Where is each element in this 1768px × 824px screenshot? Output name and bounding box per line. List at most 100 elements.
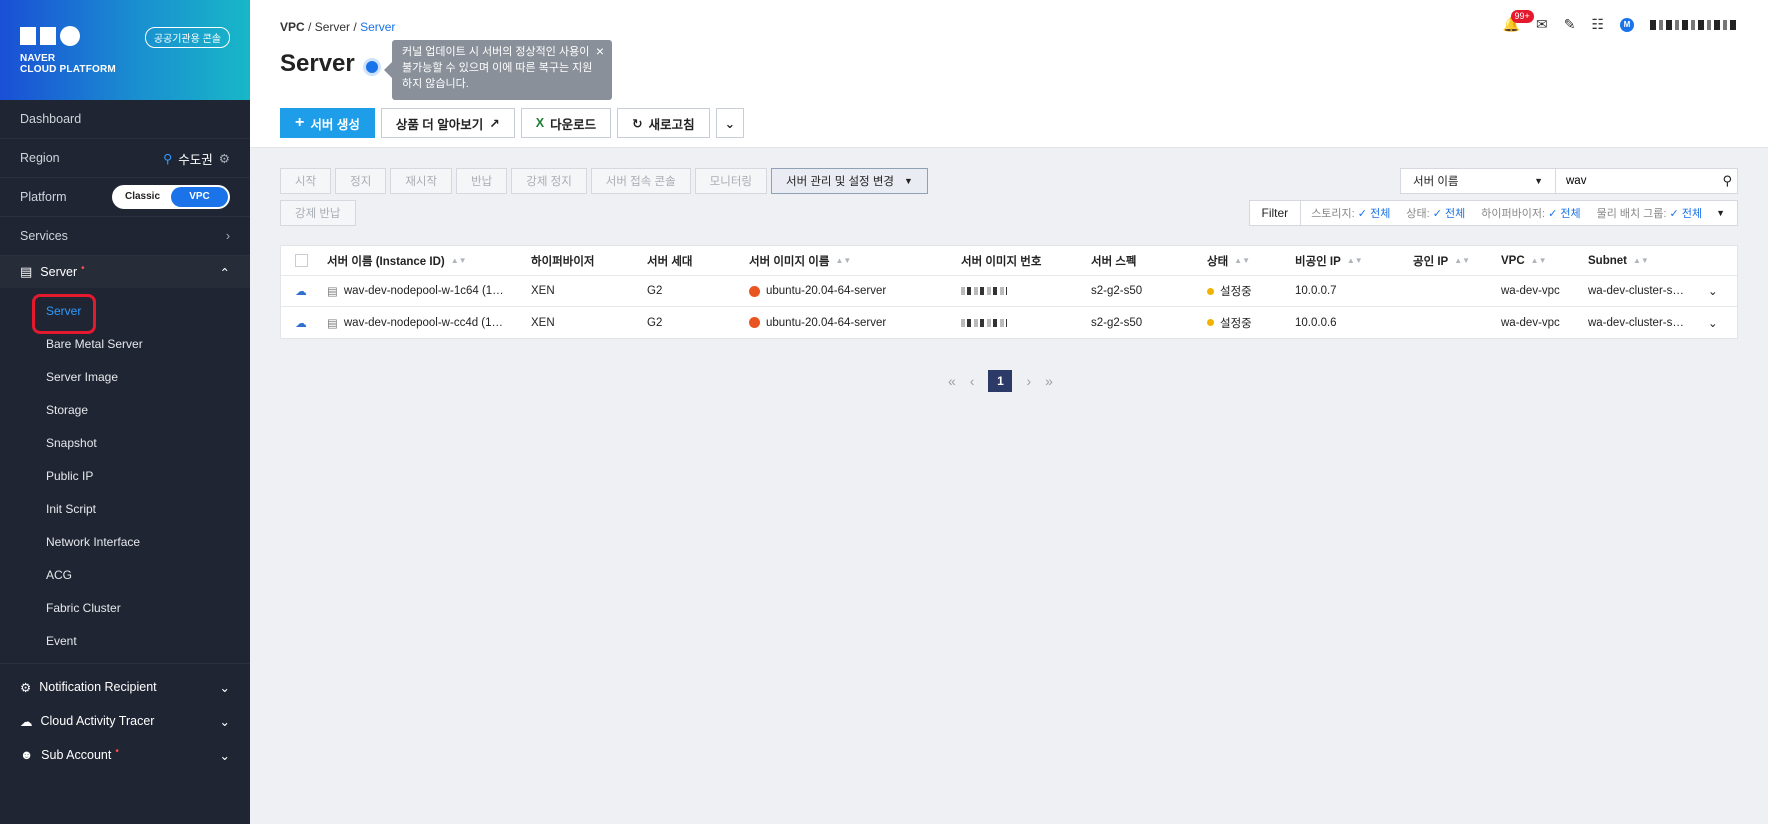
restart-button[interactable]: 재시작 <box>390 168 453 194</box>
sidebar-item-snapshot[interactable]: Snapshot <box>0 426 250 459</box>
force-stop-button[interactable]: 강제 정지 <box>511 168 587 194</box>
create-server-button[interactable]: + 서버 생성 <box>280 108 375 138</box>
filter-status[interactable]: 상태: ✓ 전체 <box>1396 205 1471 221</box>
generation-cell: G2 <box>647 316 663 329</box>
column-header-image-name[interactable]: 서버 이미지 이름 ▲▼ <box>743 253 955 269</box>
bell-icon[interactable]: 🔔 99+ <box>1503 10 1534 33</box>
download-button[interactable]: X 다운로드 <box>520 108 612 138</box>
breadcrumb-item-server[interactable]: Server <box>315 20 350 34</box>
sidebar-item-storage[interactable]: Storage <box>0 393 250 426</box>
sidebar-item-server-image[interactable]: Server Image <box>0 360 250 393</box>
filter-placement-group[interactable]: 물리 배치 그룹: ✓ 전체 <box>1587 205 1708 221</box>
book-icon[interactable]: ☷ <box>1591 16 1604 33</box>
header-icons: 🔔 99+ ✉ ✎ ☷ M <box>1503 10 1738 33</box>
search-input[interactable] <box>1556 168 1738 194</box>
learn-more-button[interactable]: 상품 더 알아보기 ↗ <box>380 108 515 138</box>
manage-settings-dropdown[interactable]: 서버 관리 및 설정 변경 ▼ <box>770 168 928 194</box>
tooltip-text: 커널 업데이트 시 서버의 정상적인 사용이 불가능할 수 있으며 이에 따른 … <box>402 46 593 90</box>
more-options-button[interactable]: ⌄ <box>715 108 745 138</box>
sidebar-item-acg[interactable]: ACG <box>0 558 250 591</box>
sidebar-group-notification-recipient[interactable]: ⚙ Notification Recipient ⌄ <box>0 670 250 704</box>
filter-storage[interactable]: 스토리지: ✓ 전체 <box>1301 205 1396 221</box>
sidebar-item-public-ip[interactable]: Public IP <box>0 459 250 492</box>
force-return-button[interactable]: 강제 반납 <box>280 200 356 226</box>
platform-option-vpc[interactable]: VPC <box>171 187 228 207</box>
spec-cell: s2-g2-s50 <box>1091 285 1143 297</box>
sidebar-item-fabric-cluster[interactable]: Fabric Cluster <box>0 591 250 624</box>
expand-row-icon[interactable]: ⌄ <box>1708 284 1718 298</box>
info-icon[interactable] <box>363 58 381 76</box>
cloud-icon: ☁ <box>295 317 307 330</box>
sidebar-item-services[interactable]: Services › <box>0 217 250 256</box>
column-header-subnet[interactable]: Subnet ▲▼ <box>1582 255 1702 267</box>
naver-cloud-logo-icon[interactable] <box>20 26 80 46</box>
public-console-button[interactable]: 공공기관용 콘솔 <box>144 27 230 48</box>
sidebar: NAVER CLOUD PLATFORM 공공기관용 콘솔 Dashboard … <box>0 0 250 824</box>
breadcrumb-item-vpc[interactable]: VPC <box>280 20 305 34</box>
server-name[interactable]: wav-dev-nodepool-w-cc4d (1… <box>344 317 503 329</box>
column-header-vpc[interactable]: VPC ▲▼ <box>1495 255 1582 267</box>
masked-username[interactable] <box>1650 19 1738 30</box>
main-toolbar: + 서버 생성 상품 더 알아보기 ↗ X 다운로드 ↻ 새로고침 ⌄ <box>280 108 745 138</box>
page-number-current[interactable]: 1 <box>988 370 1013 392</box>
sidebar-item-network-interface[interactable]: Network Interface <box>0 525 250 558</box>
prev-page-icon[interactable]: ‹ <box>970 373 975 389</box>
column-header-private-ip[interactable]: 비공인 IP ▲▼ <box>1289 253 1407 269</box>
table-row[interactable]: ☁ ▤ wav-dev-nodepool-w-1c64 (1… XEN G2 ub… <box>281 276 1737 307</box>
column-header-name[interactable]: 서버 이름 (Instance ID) ▲▼ <box>321 253 525 269</box>
stop-button[interactable]: 정지 <box>335 168 387 194</box>
table-row[interactable]: ☁ ▤ wav-dev-nodepool-w-cc4d (1… XEN G2 ub… <box>281 307 1737 338</box>
gear-icon[interactable]: ⚙ <box>219 151 230 166</box>
close-icon[interactable]: × <box>596 43 604 59</box>
breadcrumb: VPC / Server / Server <box>280 20 396 34</box>
column-header-status[interactable]: 상태 ▲▼ <box>1201 253 1289 269</box>
brand-header: NAVER CLOUD PLATFORM 공공기관용 콘솔 <box>0 0 250 100</box>
search-field-select[interactable]: 서버 이름 ▼ <box>1400 168 1556 194</box>
filter-bar[interactable]: Filter 스토리지: ✓ 전체 상태: ✓ 전체 하이퍼바이저: ✓ 전체 … <box>1248 200 1738 226</box>
chevron-down-icon: ⌄ <box>219 748 230 763</box>
platform-option-classic[interactable]: Classic <box>114 187 171 207</box>
start-button[interactable]: 시작 <box>280 168 332 194</box>
next-page-icon[interactable]: › <box>1026 373 1031 389</box>
column-header-public-ip[interactable]: 공인 IP ▲▼ <box>1407 253 1495 269</box>
breadcrumb-item-current: Server <box>360 20 396 34</box>
filter-hypervisor[interactable]: 하이퍼바이저: ✓ 전체 <box>1471 205 1586 221</box>
server-name[interactable]: wav-dev-nodepool-w-1c64 (1… <box>344 285 504 297</box>
server-submenu: Server Bare Metal Server Server Image St… <box>0 288 250 663</box>
return-button[interactable]: 반납 <box>456 168 508 194</box>
first-page-icon[interactable]: « <box>948 373 956 389</box>
caret-down-icon[interactable]: ▼ <box>1708 208 1737 218</box>
platform-toggle[interactable]: Classic VPC <box>112 185 230 209</box>
sidebar-item-dashboard[interactable]: Dashboard <box>0 100 250 139</box>
ubuntu-icon <box>749 317 760 328</box>
chat-icon[interactable]: ✉ <box>1536 16 1548 33</box>
search-icon[interactable]: ⚲ <box>1722 173 1732 189</box>
chevron-right-icon: › <box>225 229 230 243</box>
spec-cell: s2-g2-s50 <box>1091 316 1143 329</box>
filter-label[interactable]: Filter <box>1250 201 1302 225</box>
expand-row-icon[interactable]: ⌄ <box>1708 316 1718 330</box>
sidebar-group-server[interactable]: ▤ Server • ⌃ <box>0 256 250 288</box>
sidebar-item-init-script[interactable]: Init Script <box>0 492 250 525</box>
refresh-button[interactable]: ↻ 새로고침 <box>617 108 710 138</box>
private-ip-cell: 10.0.0.6 <box>1295 316 1337 329</box>
sidebar-item-server[interactable]: Server <box>0 293 250 334</box>
vpc-cell: wa-dev-vpc <box>1501 285 1560 297</box>
sidebar-group-sub-account[interactable]: ☻ Sub Account • ⌄ <box>0 738 250 772</box>
select-all-checkbox[interactable] <box>294 254 308 267</box>
column-header-hypervisor: 하이퍼바이저 <box>531 255 595 268</box>
edit-note-icon[interactable]: ✎ <box>1564 16 1576 33</box>
monitoring-button[interactable]: 모니터링 <box>694 168 767 194</box>
region-selector[interactable]: Region ⚲ 수도권 ⚙ <box>0 139 250 178</box>
avatar[interactable]: M <box>1620 17 1634 32</box>
server-console-button[interactable]: 서버 접속 콘솔 <box>590 168 691 194</box>
sidebar-group-cloud-activity-tracer[interactable]: ☁ Cloud Activity Tracer ⌄ <box>0 704 250 738</box>
notification-recipient-icon: ⚙ <box>20 680 32 695</box>
status-indicator <box>1207 319 1214 326</box>
server-action-bar-row2: 강제 반납 <box>280 200 356 226</box>
sidebar-item-event[interactable]: Event <box>0 624 250 657</box>
brand-logo-text: NAVER CLOUD PLATFORM <box>20 53 116 75</box>
masked-image-number <box>961 318 1007 327</box>
last-page-icon[interactable]: » <box>1045 373 1053 389</box>
chevron-down-icon: ⌄ <box>219 714 230 729</box>
